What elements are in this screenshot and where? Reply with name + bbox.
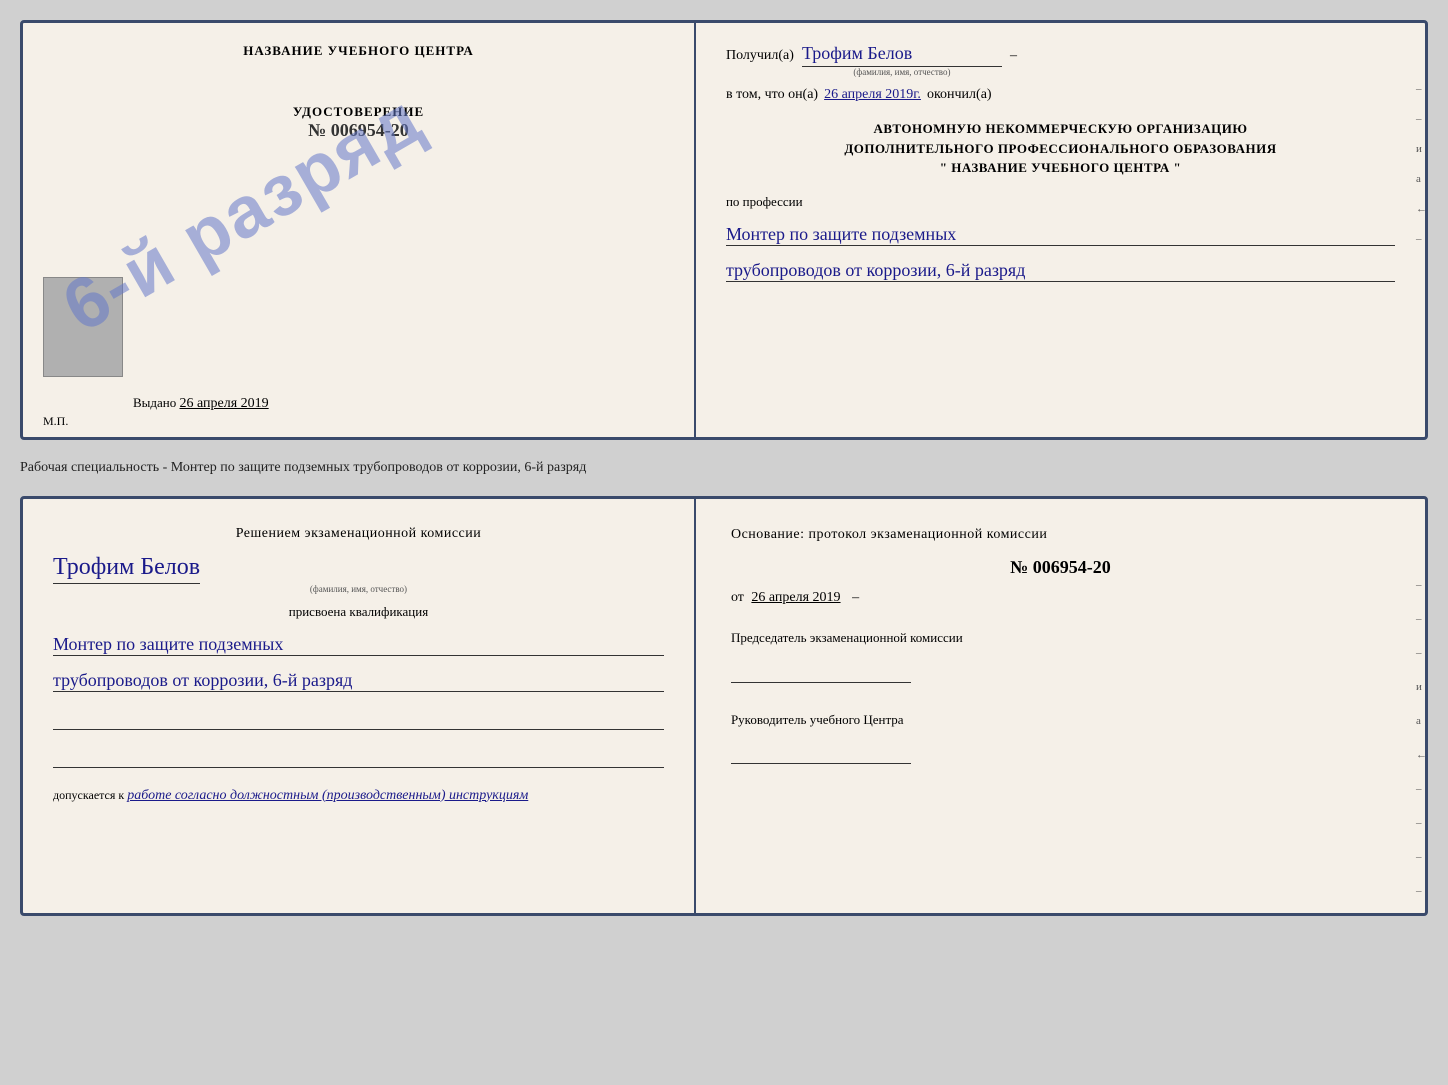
top-doc-right: Получил(а) Трофим Белов (фамилия, имя, о… — [696, 23, 1425, 437]
right-side-marks: – – – и а ← – – – – — [1416, 579, 1427, 897]
allows-text-block: допускается к работе согласно должностны… — [53, 788, 664, 804]
protocol-date-value: 26 апреля 2019 — [751, 590, 840, 605]
qualification-line2: трубопроводов от коррозии, 6-й разряд — [53, 670, 664, 692]
date-value: 26 апреля 2019г. — [824, 87, 921, 103]
top-center-title: НАЗВАНИЕ УЧЕБНОГО ЦЕНТРА — [243, 43, 474, 59]
chairman-signature — [731, 653, 911, 683]
protocol-date-prefix: от — [731, 590, 744, 605]
org-line1: АВТОНОМНУЮ НЕКОММЕРЧЕСКУЮ ОРГАНИЗАЦИЮ — [726, 119, 1395, 139]
director-label: Руководитель учебного Центра — [731, 710, 1390, 730]
protocol-number: № 006954-20 — [731, 557, 1390, 578]
top-doc-left: НАЗВАНИЕ УЧЕБНОГО ЦЕНТРА УДОСТОВЕРЕНИЕ №… — [23, 23, 696, 437]
vydano-line: Выдано 26 апреля 2019 — [133, 395, 269, 412]
osnov-title: Основание: протокол экзаменационной коми… — [731, 524, 1390, 545]
profession-line2: трубопроводов от коррозии, 6-й разряд — [726, 260, 1395, 282]
allows-prefix: допускается к — [53, 788, 124, 802]
protocol-dash: – — [852, 590, 859, 605]
blank-line-1 — [53, 710, 664, 730]
decision-text: Решением экзаменационной комиссии — [53, 524, 664, 544]
page-wrapper: НАЗВАНИЕ УЧЕБНОГО ЦЕНТРА УДОСТОВЕРЕНИЕ №… — [20, 20, 1428, 916]
allows-text: работе согласно должностным (производств… — [127, 788, 528, 803]
org-line3: " НАЗВАНИЕ УЧЕБНОГО ЦЕНТРА " — [726, 158, 1395, 178]
vydano-date: 26 апреля 2019 — [180, 396, 269, 411]
bottom-doc-left: Решением экзаменационной комиссии Трофим… — [23, 499, 696, 913]
vydano-label: Выдано — [133, 395, 176, 410]
person-hint: (фамилия, имя, отчество) — [310, 584, 407, 594]
top-document: НАЗВАНИЕ УЧЕБНОГО ЦЕНТРА УДОСТОВЕРЕНИЕ №… — [20, 20, 1428, 440]
side-marks: – – и а ← – — [1416, 83, 1427, 245]
person-name: Трофим Белов — [53, 554, 200, 584]
org-block: АВТОНОМНУЮ НЕКОММЕРЧЕСКУЮ ОРГАНИЗАЦИЮ ДО… — [726, 119, 1395, 178]
blank-line-2 — [53, 748, 664, 768]
protocol-date: от 26 апреля 2019 – — [731, 590, 1390, 606]
date-line: в том, что он(а) 26 апреля 2019г. окончи… — [726, 87, 1395, 103]
specialty-text: Рабочая специальность - Монтер по защите… — [20, 452, 1428, 484]
profession-label: по профессии — [726, 194, 1395, 210]
director-signature — [731, 734, 911, 764]
received-line: Получил(а) Трофим Белов (фамилия, имя, о… — [726, 43, 1395, 77]
photo-placeholder — [43, 277, 123, 377]
received-hint: (фамилия, имя, отчество) — [853, 67, 950, 77]
udostoverenie-block: УДОСТОВЕРЕНИЕ № 006954-20 — [293, 104, 424, 141]
bottom-doc-right: Основание: протокол экзаменационной коми… — [696, 499, 1425, 913]
chairman-label: Председатель экзаменационной комиссии — [731, 628, 1390, 648]
received-prefix: Получил(а) — [726, 48, 794, 64]
date-suffix: окончил(а) — [927, 87, 992, 103]
udostoverenie-label: УДОСТОВЕРЕНИЕ — [293, 104, 424, 120]
org-line2: ДОПОЛНИТЕЛЬНОГО ПРОФЕССИОНАЛЬНОГО ОБРАЗО… — [726, 139, 1395, 159]
director-block: Руководитель учебного Центра — [731, 710, 1390, 765]
date-prefix: в том, что он(а) — [726, 87, 818, 103]
qualification-line1: Монтер по защите подземных — [53, 634, 664, 656]
bottom-document: Решением экзаменационной комиссии Трофим… — [20, 496, 1428, 916]
profession-line1: Монтер по защите подземных — [726, 224, 1395, 246]
qualification-label: присвоена квалификация — [53, 604, 664, 620]
dash: – — [1010, 48, 1017, 64]
received-name: Трофим Белов — [802, 43, 1002, 67]
chairman-block: Председатель экзаменационной комиссии — [731, 628, 1390, 683]
doc-number: № 006954-20 — [293, 120, 424, 141]
mp-label: М.П. — [43, 414, 68, 429]
